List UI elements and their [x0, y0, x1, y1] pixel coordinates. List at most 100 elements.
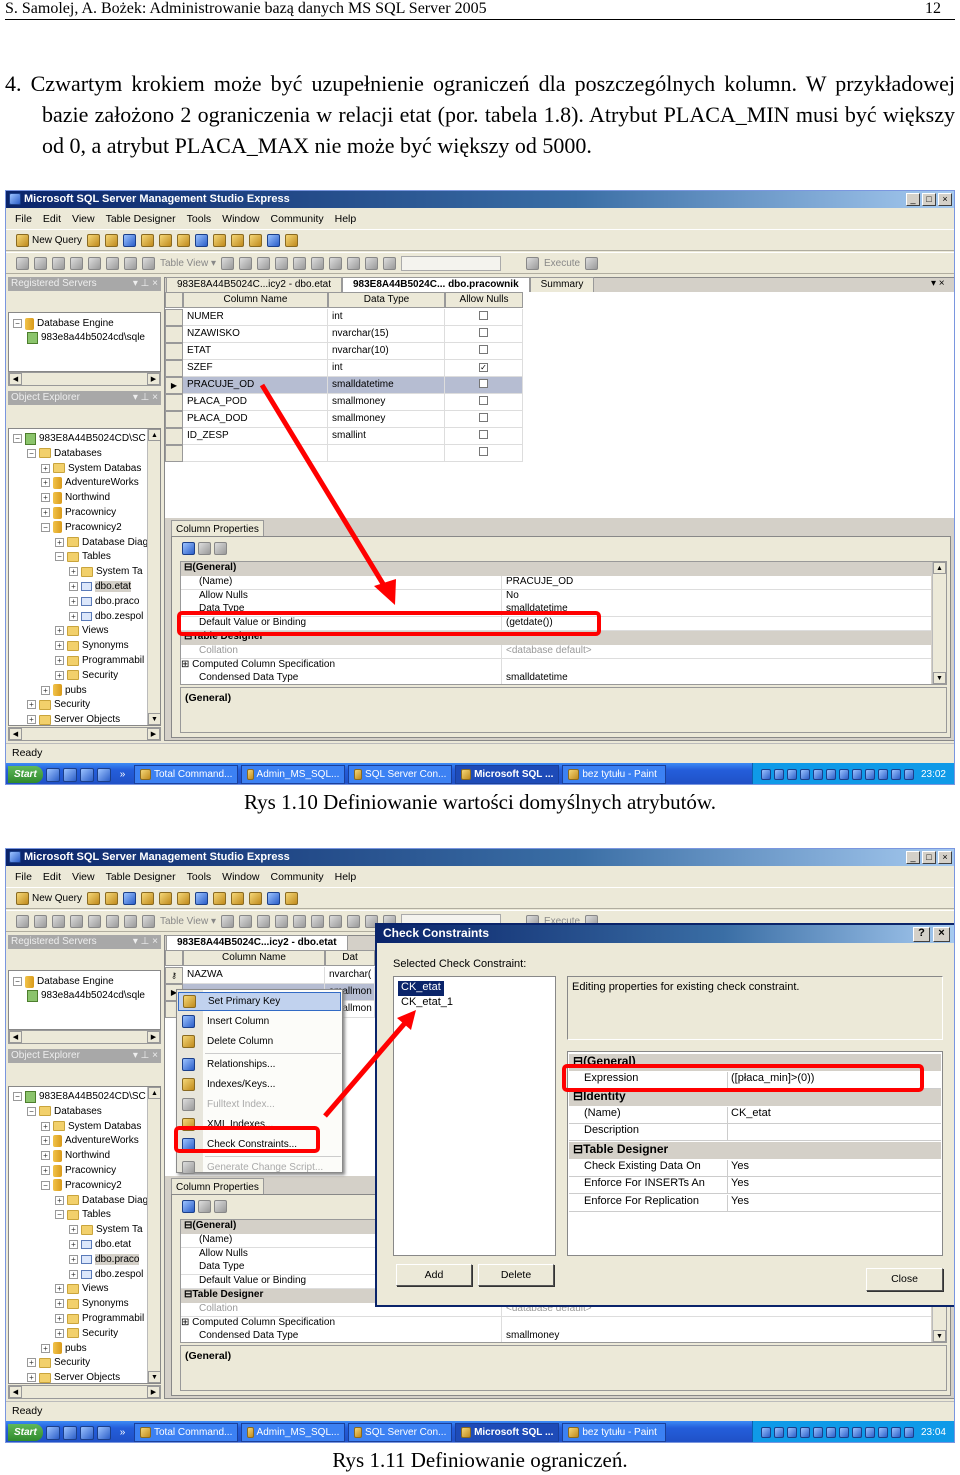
tree-item[interactable]: + Views	[55, 1281, 109, 1296]
collapse-icon[interactable]: −	[55, 552, 64, 562]
taskbar-button[interactable]: SQL Server Con...	[348, 1423, 453, 1442]
collapse-icon[interactable]: −	[13, 977, 22, 986]
expand-icon[interactable]: +	[55, 1284, 64, 1294]
context-menu-item[interactable]: Insert Column	[178, 1012, 341, 1031]
column-name-cell[interactable]: NAZWA	[183, 967, 325, 984]
tree-item[interactable]: + Server Objects	[27, 1370, 120, 1383]
context-menu-item[interactable]: Relationships...	[178, 1055, 341, 1074]
tree-item[interactable]: + dbo.praco	[69, 1252, 140, 1267]
dialog-close-button[interactable]: ×	[933, 927, 950, 942]
tree-item[interactable]: − Tables	[55, 1207, 111, 1222]
menu-window[interactable]: Window	[222, 213, 259, 229]
column-name-cell[interactable]: ID_ZESP	[183, 428, 328, 445]
expand-icon[interactable]: +	[69, 1240, 78, 1249]
expand-icon[interactable]: +	[69, 1225, 78, 1235]
menu-file[interactable]: File	[15, 871, 32, 887]
expand-icon[interactable]: +	[27, 715, 36, 725]
menu-community[interactable]: Community	[271, 213, 324, 229]
data-type-cell[interactable]: smallmoney	[328, 394, 445, 411]
tree-item[interactable]: + System Ta	[69, 564, 143, 579]
context-menu-item[interactable]: Set Primary Key	[178, 992, 341, 1011]
menu-view[interactable]: View	[72, 213, 95, 229]
tree-item[interactable]: + Pracownicy	[41, 1163, 116, 1178]
vertical-scrollbar[interactable]: ▲▼	[147, 429, 160, 725]
new-query-button[interactable]: New Query	[16, 891, 82, 905]
tree-item[interactable]: − Pracownicy2	[41, 520, 122, 535]
property-row[interactable]: Description	[569, 1124, 941, 1142]
scroll-down-button[interactable]: ▼	[933, 1330, 946, 1342]
column-header[interactable]: Column Name	[183, 950, 325, 966]
property-value[interactable]: CK_etat	[727, 1106, 941, 1124]
expand-icon[interactable]: ⊞	[181, 659, 192, 670]
property-value[interactable]: No	[501, 589, 931, 604]
menu-edit[interactable]: Edit	[43, 871, 61, 887]
vertical-scrollbar[interactable]: ▲▼	[932, 562, 946, 684]
horizontal-scrollbar[interactable]: ◀ ▶	[8, 727, 161, 741]
taskbar-button[interactable]: Total Command...	[134, 1423, 239, 1442]
expand-icon[interactable]: +	[41, 508, 50, 517]
property-row[interactable]: (Name) PRACUJE_OD	[181, 575, 931, 590]
row-selector[interactable]: ▶	[165, 377, 183, 394]
tree-item[interactable]: − Tables	[55, 549, 111, 564]
tree-item[interactable]: + pubs	[41, 1341, 87, 1356]
allow-nulls-checkbox[interactable]: ✓	[479, 363, 488, 372]
property-category[interactable]: ⊟ (General)	[181, 562, 931, 576]
expand-icon[interactable]: +	[41, 1343, 50, 1353]
expand-icon[interactable]: +	[55, 537, 64, 547]
taskbar-button[interactable]: Admin_MS_SQL...	[241, 765, 346, 784]
registered-server-item[interactable]: 983e8a44b5024cd\sqle	[27, 988, 145, 1003]
pane-controls[interactable]: ▾ ⊥ ×	[133, 936, 158, 947]
expand-icon[interactable]: +	[41, 463, 50, 473]
registered-server-item[interactable]: 983e8a44b5024cd\sqle	[27, 330, 145, 345]
allow-nulls-checkbox[interactable]	[479, 379, 488, 388]
property-value[interactable]: Yes	[727, 1159, 941, 1177]
property-row[interactable]: Collation <database default>	[181, 644, 931, 659]
allow-nulls-checkbox[interactable]	[479, 413, 488, 422]
document-tab[interactable]: 983E8A44B5024C...icy2 - dbo.etat	[166, 935, 348, 950]
property-category[interactable]: ⊟ Identity	[569, 1089, 941, 1107]
collapse-icon[interactable]: −	[13, 1092, 22, 1101]
data-type-cell[interactable]: smallmoney	[328, 411, 445, 428]
property-row[interactable]: ⊞ Computed Column Specification	[181, 1316, 931, 1331]
collapse-icon[interactable]: −	[27, 1106, 36, 1116]
expand-icon[interactable]: +	[55, 626, 64, 636]
allow-nulls-checkbox[interactable]	[479, 396, 488, 405]
property-row[interactable]: Default Value or Binding (getdate())	[181, 617, 931, 632]
expand-icon[interactable]: +	[69, 567, 78, 577]
scroll-right-button[interactable]: ▶	[147, 1386, 160, 1398]
pane-controls[interactable]: ▾ ⊥ ×	[133, 392, 158, 403]
property-value[interactable]	[501, 658, 931, 673]
collapse-icon[interactable]: −	[41, 1180, 50, 1190]
menu-table-designer[interactable]: Table Designer	[106, 213, 176, 229]
menu-help[interactable]: Help	[335, 871, 357, 887]
column-name-cell[interactable]: NZAWISKO	[183, 326, 328, 343]
constraint-item[interactable]: CK_etat_1	[398, 996, 456, 1011]
document-tab[interactable]: 983E8A44B5024C...icy2 - dbo.etat	[166, 277, 342, 292]
row-selector[interactable]	[165, 445, 183, 462]
horizontal-scrollbar[interactable]: ◀ ▶	[8, 1385, 161, 1399]
column-name-cell[interactable]	[183, 445, 328, 462]
expand-icon[interactable]: +	[27, 1373, 36, 1383]
document-tab[interactable]: Summary	[529, 277, 595, 292]
column-name-cell[interactable]: PŁACA_POD	[183, 394, 328, 411]
expand-icon[interactable]: +	[69, 1254, 78, 1264]
tree-item[interactable]: − Pracownicy2	[41, 1178, 122, 1193]
scroll-right-button[interactable]: ▶	[147, 728, 160, 740]
maximize-button[interactable]: □	[922, 193, 936, 206]
property-value[interactable]	[727, 1124, 941, 1142]
expand-icon[interactable]: ⊞	[181, 1317, 192, 1328]
maximize-button[interactable]: □	[922, 851, 936, 864]
property-value[interactable]: smalldatetime	[501, 672, 931, 684]
property-category[interactable]: ⊟ (General)	[569, 1054, 941, 1071]
property-row[interactable]: ⊞ Computed Column Specification	[181, 658, 931, 673]
registered-server-item[interactable]: − Database Engine	[13, 316, 114, 331]
menu-edit[interactable]: Edit	[43, 213, 61, 229]
data-type-cell[interactable]: nvarchar(10)	[328, 343, 445, 360]
expand-icon[interactable]: +	[55, 1195, 64, 1205]
property-value[interactable]: Yes	[727, 1177, 941, 1195]
scroll-up-button[interactable]: ▲	[148, 429, 160, 441]
row-selector[interactable]	[165, 360, 183, 377]
column-header[interactable]: Column Name	[183, 292, 328, 308]
tree-item[interactable]: + AdventureWorks	[41, 1133, 139, 1148]
property-row[interactable]: Condensed Data Type smalldatetime	[181, 672, 931, 684]
